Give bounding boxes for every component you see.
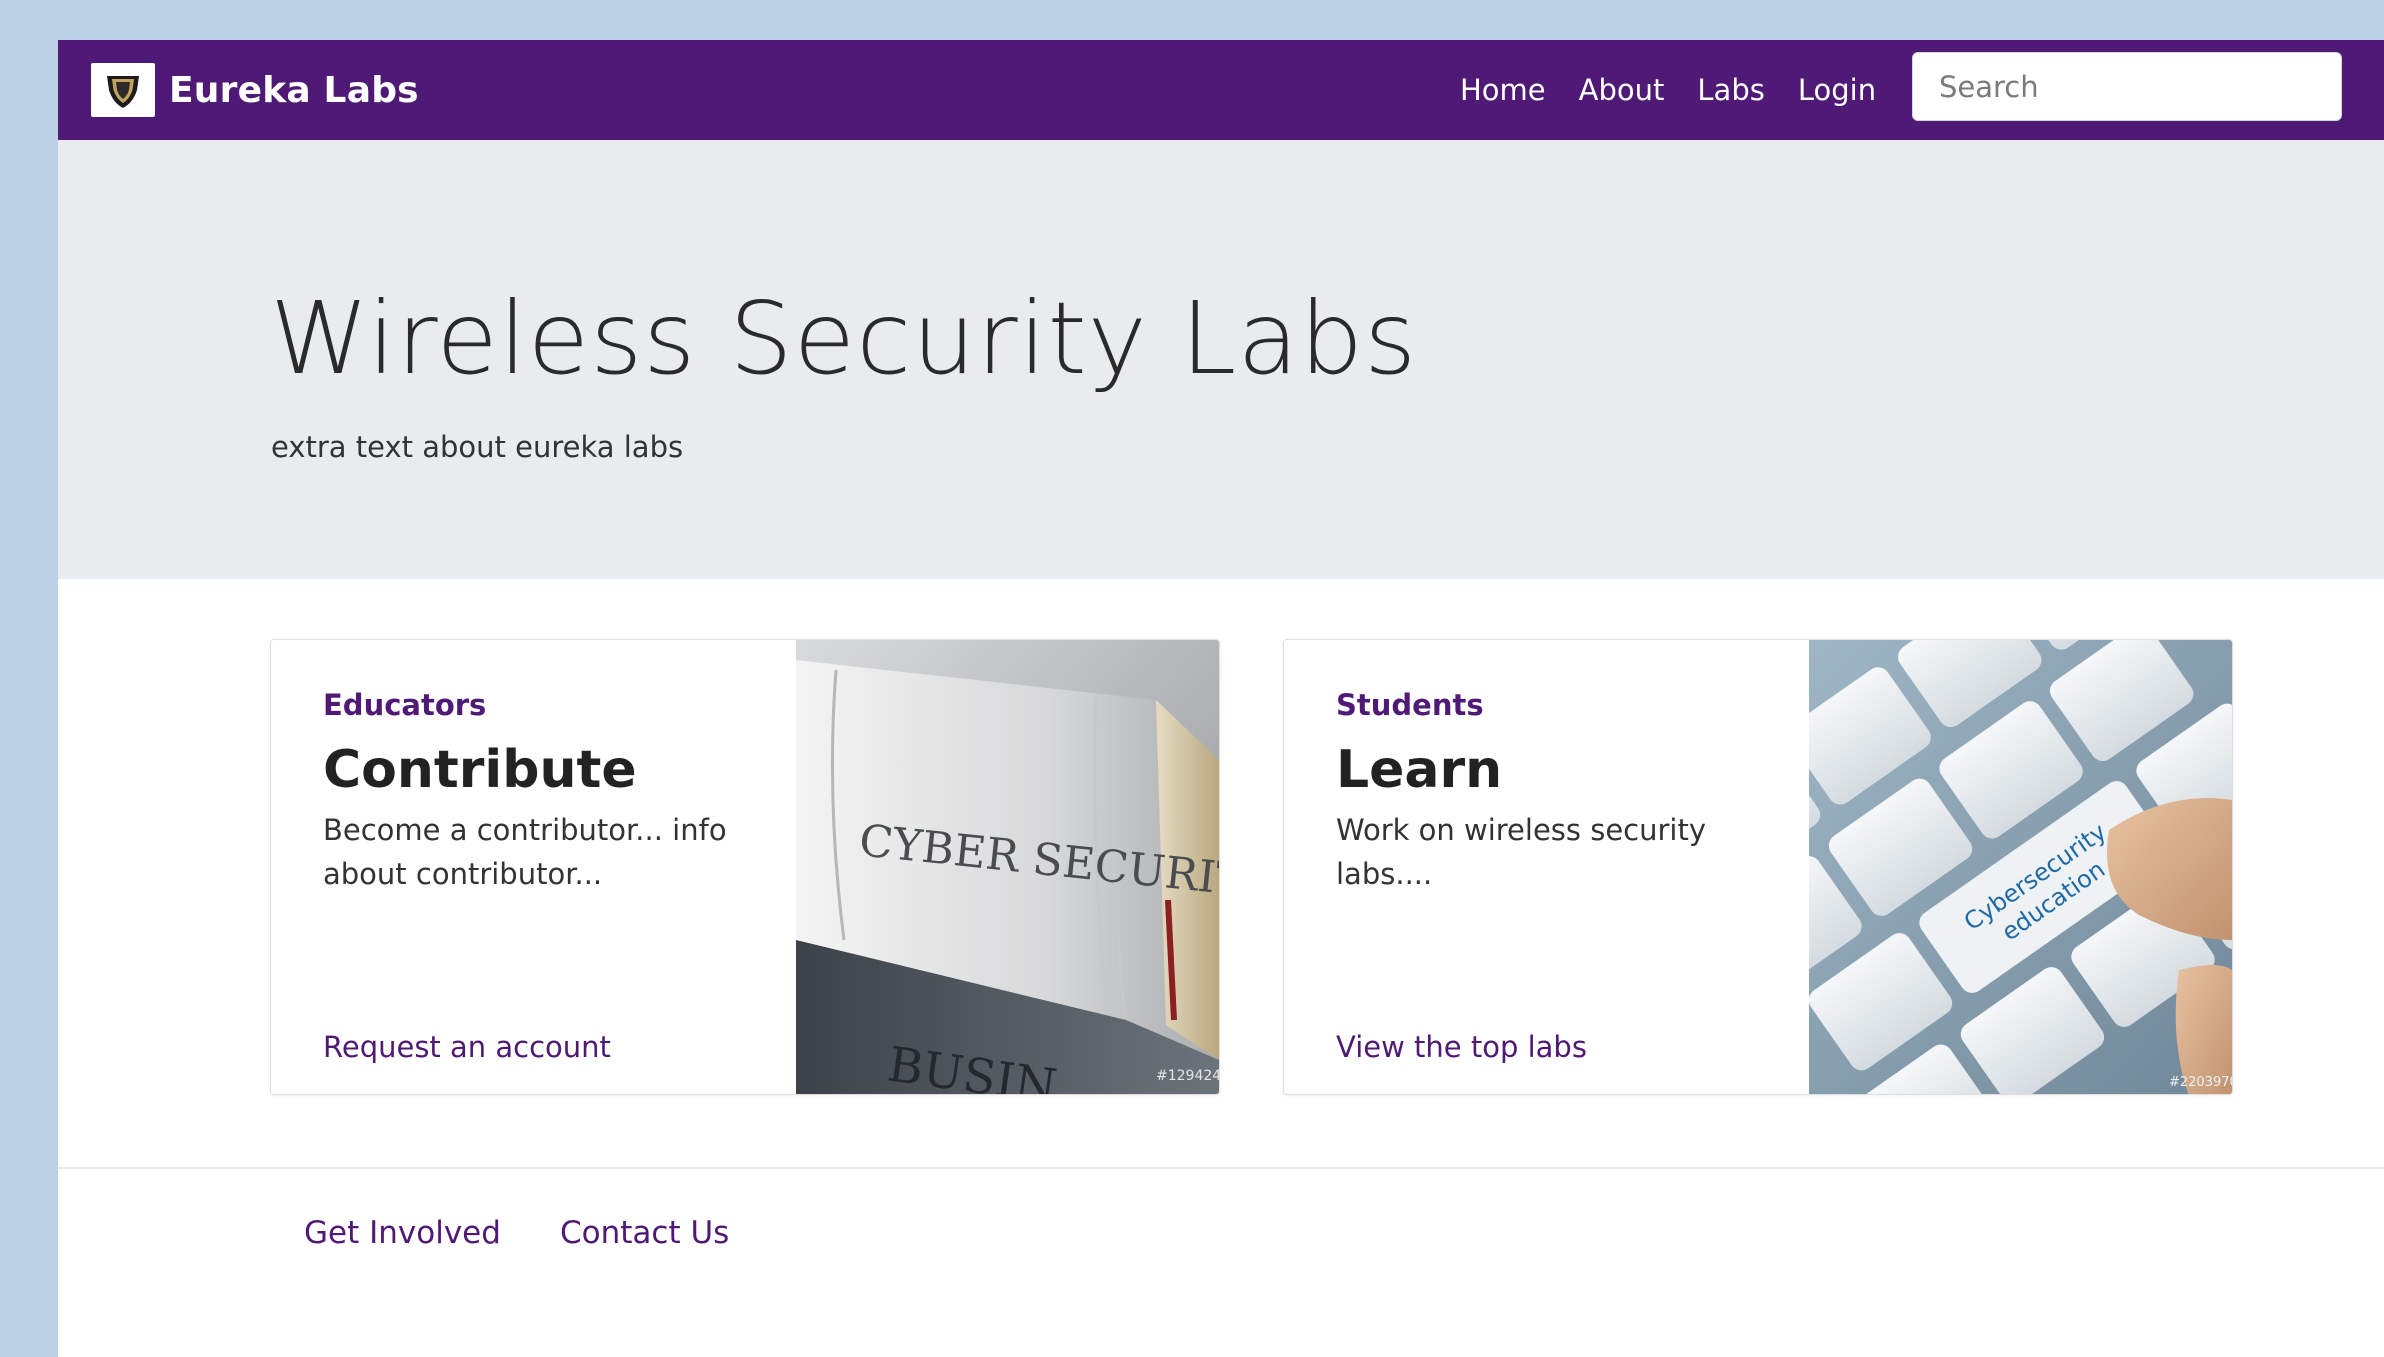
brand[interactable]: Eureka Labs: [91, 63, 419, 117]
hero-jumbotron: Wireless Security Labs extra text about …: [58, 140, 2384, 579]
card-subtitle: Educators: [323, 688, 487, 722]
hero-subtitle: extra text about eureka labs: [271, 430, 684, 464]
brand-name: Eureka Labs: [169, 69, 419, 111]
card-title: Contribute: [323, 740, 637, 800]
page-title: Wireless Security Labs: [270, 280, 1418, 397]
cybersecurity-keyboard-image: Cybersecurity education #220397012: [1809, 640, 2232, 1094]
nav-link-login[interactable]: Login: [1798, 73, 1876, 107]
navbar: Eureka Labs Home About Labs Login: [58, 40, 2384, 140]
nav-link-labs[interactable]: Labs: [1697, 73, 1764, 107]
get-involved-link[interactable]: Get Involved: [304, 1215, 501, 1251]
card-body: Students Learn Work on wireless security…: [1336, 640, 1796, 1094]
card-subtitle: Students: [1336, 688, 1484, 722]
search-input[interactable]: [1912, 52, 2342, 121]
contact-us-link[interactable]: Contact Us: [560, 1215, 729, 1251]
card-title: Learn: [1336, 740, 1503, 800]
svg-text:#129424091: #129424091: [1156, 1068, 1219, 1084]
educators-card: Educators Contribute Become a contributo…: [270, 639, 1220, 1095]
view-top-labs-link[interactable]: View the top labs: [1336, 1030, 1587, 1064]
shield-logo-icon: [91, 63, 155, 117]
nav-links: Home About Labs Login: [1460, 40, 1876, 140]
card-text: Become a contributor... info about contr…: [323, 813, 727, 891]
card-body: Educators Contribute Become a contributo…: [323, 640, 783, 1094]
nav-link-home[interactable]: Home: [1460, 73, 1546, 107]
nav-link-about[interactable]: About: [1579, 73, 1665, 107]
request-account-link[interactable]: Request an account: [323, 1030, 611, 1064]
page: Eureka Labs Home About Labs Login Wirele…: [58, 40, 2384, 1357]
card-text: Work on wireless security labs....: [1336, 813, 1707, 891]
cyber-security-book-image: BUSIN CYBER SECURITY #129424091: [796, 640, 1219, 1094]
students-card: Students Learn Work on wireless security…: [1283, 639, 2233, 1095]
svg-text:#220397012: #220397012: [2169, 1075, 2232, 1090]
footer-divider: [58, 1167, 2384, 1169]
